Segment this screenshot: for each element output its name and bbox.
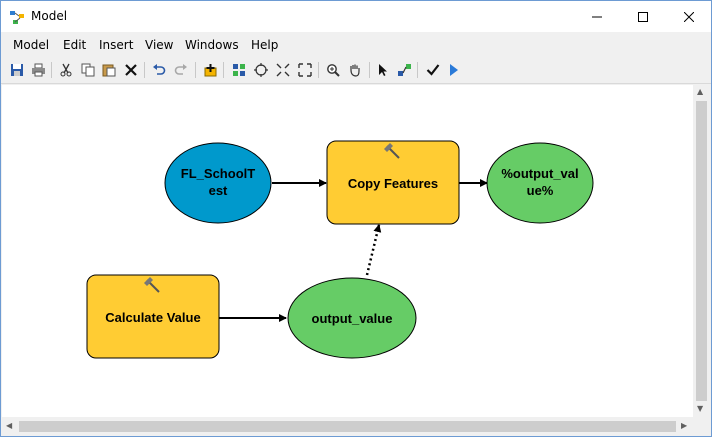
copy-icon [81, 63, 95, 77]
scroll-down-icon[interactable]: ▼ [697, 405, 703, 413]
save-icon [11, 64, 23, 76]
add-data-button[interactable] [201, 61, 219, 79]
menu-help[interactable]: Help [251, 38, 278, 52]
cut-button[interactable] [57, 61, 75, 79]
zoom-button[interactable] [324, 61, 342, 79]
validate-icon [426, 64, 440, 76]
connect-button[interactable] [395, 61, 413, 79]
auto-layout-icon [233, 64, 245, 76]
redo-button[interactable] [172, 61, 190, 79]
zoom-icon [327, 64, 340, 77]
select-icon [379, 64, 387, 76]
undo-icon [153, 64, 166, 75]
model-diagram: FL_SchoolT est Copy Features %output_val… [86, 140, 594, 359]
model-builder-icon [10, 11, 24, 24]
select-button[interactable] [374, 61, 392, 79]
run-icon [450, 64, 458, 76]
scroll-right-icon[interactable]: ▶ [681, 422, 687, 430]
node-fl-schooltest[interactable]: FL_SchoolT est [164, 142, 272, 224]
save-button[interactable] [8, 61, 26, 79]
node-label: FL_SchoolT [181, 166, 255, 181]
full-extent-icon [254, 63, 268, 77]
node-output-val-pct[interactable]: %output_val ue% [486, 142, 594, 224]
model-window: Model Model Edit Insert View Windows Hel… [0, 0, 712, 437]
scroll-corner [693, 418, 710, 435]
maximize-icon [638, 11, 648, 22]
node-label: ue% [527, 183, 554, 198]
zoom-in-fixed-button[interactable] [274, 61, 292, 79]
menu-model[interactable]: Model [13, 38, 49, 52]
node-output-value[interactable]: output_value [287, 277, 417, 359]
auto-layout-button[interactable] [230, 61, 248, 79]
horizontal-scroll-thumb[interactable] [19, 421, 676, 432]
menu-insert[interactable]: Insert [99, 38, 133, 52]
pan-icon [350, 64, 360, 77]
paste-icon [102, 64, 116, 77]
run-button[interactable] [445, 61, 463, 79]
connect-icon [397, 64, 411, 76]
zoom-in-fixed-icon [276, 63, 290, 77]
menu-windows[interactable]: Windows [185, 38, 239, 52]
paste-button[interactable] [100, 61, 118, 79]
undo-button[interactable] [150, 61, 168, 79]
menu-edit[interactable]: Edit [63, 38, 86, 52]
node-label: Copy Features [348, 176, 438, 191]
pan-button[interactable] [346, 61, 364, 79]
toolbar-separator [195, 62, 196, 78]
vertical-scrollbar[interactable]: ▲ ▼ [693, 85, 710, 417]
toolbar-separator [318, 62, 319, 78]
minimize-button[interactable] [574, 1, 620, 32]
node-label: output_value [312, 311, 393, 326]
toolbar [1, 57, 711, 84]
add-data-icon [204, 63, 216, 76]
precondition-connector[interactable] [365, 224, 382, 276]
title-bar[interactable]: Model [1, 1, 711, 32]
full-extent-button[interactable] [252, 61, 270, 79]
node-copy-features[interactable]: Copy Features [326, 140, 460, 225]
toolbar-separator [51, 62, 52, 78]
horizontal-scrollbar[interactable]: ◀ ▶ [2, 418, 693, 435]
validate-button[interactable] [424, 61, 442, 79]
toolbar-separator [369, 62, 370, 78]
scroll-left-icon[interactable]: ◀ [6, 422, 12, 430]
minimize-icon [592, 16, 602, 17]
node-label: est [209, 183, 228, 198]
menu-bar: Model Edit Insert View Windows Help [1, 32, 711, 56]
zoom-out-fixed-icon [298, 63, 312, 77]
menu-view[interactable]: View [145, 38, 173, 52]
close-icon [684, 11, 694, 22]
delete-icon [125, 64, 137, 76]
delete-button[interactable] [122, 61, 140, 79]
cut-icon [60, 63, 72, 77]
toolbar-separator [223, 62, 224, 78]
copy-button[interactable] [79, 61, 97, 79]
node-label: %output_val [501, 166, 578, 181]
window-title: Model [31, 9, 68, 23]
vertical-scroll-thumb[interactable] [696, 101, 707, 401]
node-label: Calculate Value [105, 310, 200, 325]
toolbar-separator [417, 62, 418, 78]
redo-icon [174, 64, 187, 75]
scroll-up-icon[interactable]: ▲ [697, 88, 703, 96]
node-calculate-value[interactable]: Calculate Value [86, 274, 220, 359]
model-canvas[interactable]: FL_SchoolT est Copy Features %output_val… [2, 85, 693, 417]
toolbar-separator [144, 62, 145, 78]
maximize-button[interactable] [620, 1, 666, 32]
print-button[interactable] [29, 61, 47, 79]
close-button[interactable] [666, 1, 711, 32]
zoom-out-fixed-button[interactable] [296, 61, 314, 79]
print-icon [31, 63, 45, 77]
